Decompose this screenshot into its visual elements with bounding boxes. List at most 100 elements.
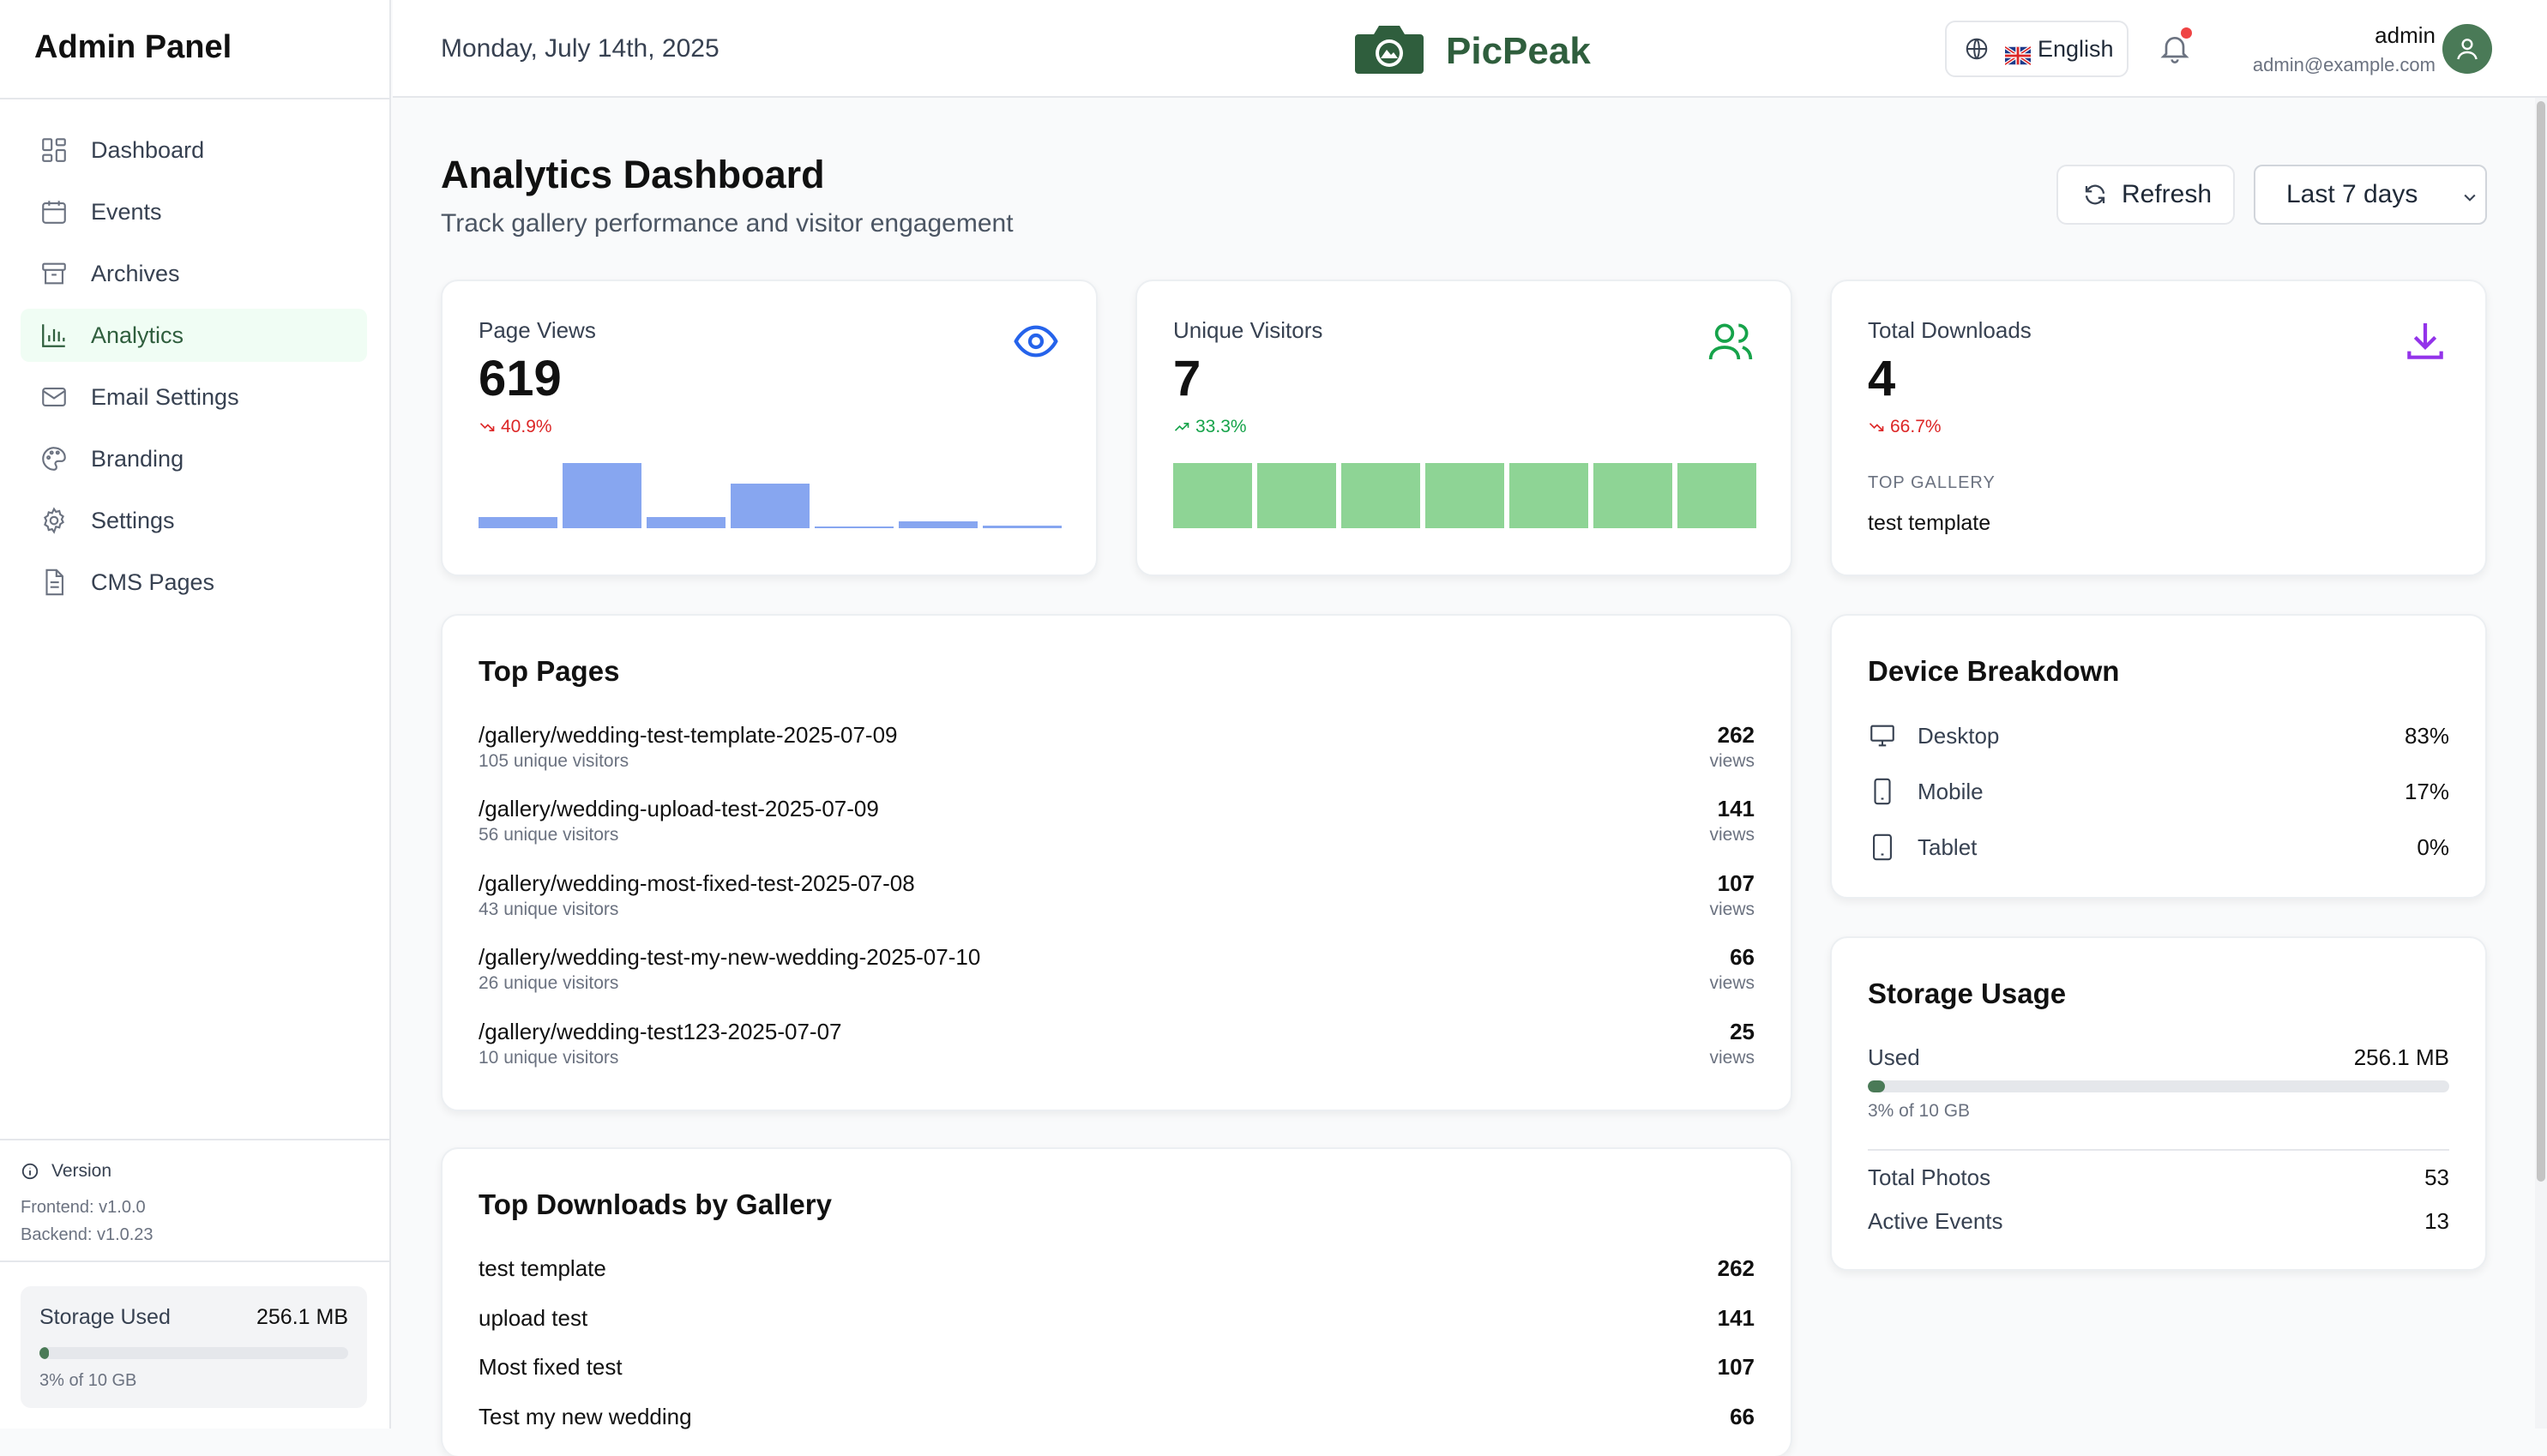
page-views-label: Page Views <box>479 317 596 343</box>
top-downloads-title: Top Downloads by Gallery <box>479 1188 832 1220</box>
avatar[interactable] <box>2442 24 2492 74</box>
total-downloads-label: Total Downloads <box>1868 317 2032 343</box>
sidebar-item-settings[interactable]: Settings <box>21 494 367 547</box>
page-views-card: Page Views 619 40.9% <box>441 280 1098 576</box>
calendar-icon <box>39 197 69 226</box>
sidebar-storage-card: Storage Used 256.1 MB 3% of 10 GB <box>21 1286 367 1408</box>
mail-icon <box>39 382 69 412</box>
download-row[interactable]: Test my new wedding 66 <box>479 1404 1755 1438</box>
sidebar-item-email-settings[interactable]: Email Settings <box>21 370 367 424</box>
download-row[interactable]: upload test 141 <box>479 1305 1755 1339</box>
user-info[interactable]: admin admin@example.com <box>2253 22 2436 76</box>
sidebar-item-cms-pages[interactable]: CMS Pages <box>21 556 367 609</box>
bar-chart-icon <box>39 321 69 350</box>
gear-icon <box>39 506 69 535</box>
brand-logo[interactable]: PicPeak <box>1353 22 1591 80</box>
page-path: /gallery/wedding-test123-2025-07-07 <box>479 1019 842 1044</box>
sidebar: Admin Panel Dashboard Events Archives An… <box>0 0 391 1429</box>
monitor-icon <box>1868 721 1918 750</box>
sidebar-item-analytics[interactable]: Analytics <box>21 309 367 362</box>
sparkline-bar <box>1173 463 1252 528</box>
date-range-value: Last 7 days <box>2286 180 2418 208</box>
views-label: views <box>1709 973 1755 993</box>
version-label: Version <box>51 1161 112 1181</box>
storage-usage-card: Storage Usage Used 256.1 MB 3% of 10 GB … <box>1830 936 2487 1271</box>
device-breakdown-card: Device Breakdown Desktop 83% Mobile 17% … <box>1830 614 2487 899</box>
sidebar-title: Admin Panel <box>34 29 232 65</box>
sparkline-bar <box>1593 463 1672 528</box>
unique-visitors-value: 7 <box>1173 351 1201 406</box>
unique-visitors-trend-value: 33.3% <box>1195 417 1247 436</box>
camera-logo-icon <box>1353 22 1425 80</box>
sidebar-item-branding[interactable]: Branding <box>21 432 367 485</box>
sidebar-item-label: Email Settings <box>91 383 239 410</box>
sidebar-item-events[interactable]: Events <box>21 185 367 238</box>
total-photos-value: 53 <box>2424 1164 2449 1190</box>
total-photos-label: Total Photos <box>1868 1164 1991 1190</box>
sidebar-item-label: Dashboard <box>91 136 205 163</box>
sparkline-bar <box>1341 463 1420 528</box>
page-unique-visitors: 56 unique visitors <box>479 825 619 845</box>
top-page-row[interactable]: /gallery/wedding-most-fixed-test-2025-07… <box>479 870 1755 930</box>
top-page-row[interactable]: /gallery/wedding-test-template-2025-07-0… <box>479 722 1755 782</box>
device-percent: 17% <box>2404 778 2449 804</box>
unique-visitors-label: Unique Visitors <box>1173 317 1323 343</box>
page-views-count: 262 <box>1717 722 1755 748</box>
backend-version: Backend: v1.0.23 <box>21 1225 154 1244</box>
language-selector[interactable]: English <box>1945 21 2129 77</box>
refresh-button[interactable]: Refresh <box>2056 165 2235 225</box>
sidebar-storage-section: Storage Used 256.1 MB 3% of 10 GB <box>0 1260 389 1408</box>
device-label: Tablet <box>1918 833 1978 860</box>
total-photos-row: Total Photos 53 <box>1868 1164 2449 1191</box>
page-title: Analytics Dashboard <box>441 153 825 196</box>
page-views-trend: 40.9% <box>479 417 552 437</box>
sparkline-bar <box>815 526 894 528</box>
gallery-name: upload test <box>479 1305 588 1331</box>
scrollbar-thumb[interactable] <box>2537 101 2545 1182</box>
total-downloads-trend-value: 66.7% <box>1890 417 1942 436</box>
document-icon <box>39 568 69 597</box>
top-page-row[interactable]: /gallery/wedding-test-my-new-wedding-202… <box>479 944 1755 1004</box>
notifications-button[interactable] <box>2158 27 2192 65</box>
active-events-row: Active Events 13 <box>1868 1208 2449 1235</box>
tablet-icon <box>1868 833 1918 862</box>
views-label: views <box>1709 825 1755 845</box>
top-header: Monday, July 14th, 2025 PicPeak English … <box>393 0 2547 98</box>
sidebar-item-archives[interactable]: Archives <box>21 247 367 300</box>
gallery-name: test template <box>479 1255 606 1281</box>
archive-icon <box>39 259 69 288</box>
device-percent: 0% <box>2417 833 2449 860</box>
globe-icon <box>1964 36 2005 62</box>
views-label: views <box>1709 899 1755 919</box>
frontend-version: Frontend: v1.0.0 <box>21 1198 146 1217</box>
date-range-select[interactable]: Last 7 days <box>2254 165 2487 225</box>
views-label: views <box>1709 751 1755 771</box>
gallery-name: Most fixed test <box>479 1354 623 1380</box>
download-row[interactable]: test template 262 <box>479 1255 1755 1290</box>
sidebar-item-dashboard[interactable]: Dashboard <box>21 123 367 177</box>
unique-visitors-sparkline <box>1173 463 1756 528</box>
download-icon <box>2401 317 2449 365</box>
download-count: 107 <box>1717 1354 1755 1380</box>
sparkline-bar <box>563 463 641 528</box>
sidebar-item-label: Settings <box>91 507 175 533</box>
user-name: admin <box>2375 22 2436 48</box>
download-row[interactable]: Most fixed test 107 <box>479 1354 1755 1388</box>
uk-flag-icon <box>2003 43 2032 66</box>
storage-divider <box>1868 1149 2449 1151</box>
top-pages-card: Top Pages /gallery/wedding-test-template… <box>441 614 1792 1111</box>
user-icon <box>2454 35 2481 63</box>
storage-progress-fill <box>39 1347 49 1359</box>
download-count: 66 <box>1730 1404 1755 1429</box>
page-path: /gallery/wedding-test-template-2025-07-0… <box>479 722 898 748</box>
storage-progress-bar <box>39 1347 348 1359</box>
sidebar-item-label: Archives <box>91 260 180 286</box>
sparkline-bar <box>1425 463 1504 528</box>
device-label: Mobile <box>1918 778 1984 804</box>
top-page-row[interactable]: /gallery/wedding-test123-2025-07-07 10 u… <box>479 1019 1755 1079</box>
page-scrollbar[interactable] <box>2535 98 2547 1429</box>
top-page-row[interactable]: /gallery/wedding-upload-test-2025-07-09 … <box>479 796 1755 856</box>
page-views-sparkline <box>479 463 1062 528</box>
page-subtitle: Track gallery performance and visitor en… <box>441 209 1014 238</box>
storage-used-label: Used <box>1868 1044 1920 1070</box>
